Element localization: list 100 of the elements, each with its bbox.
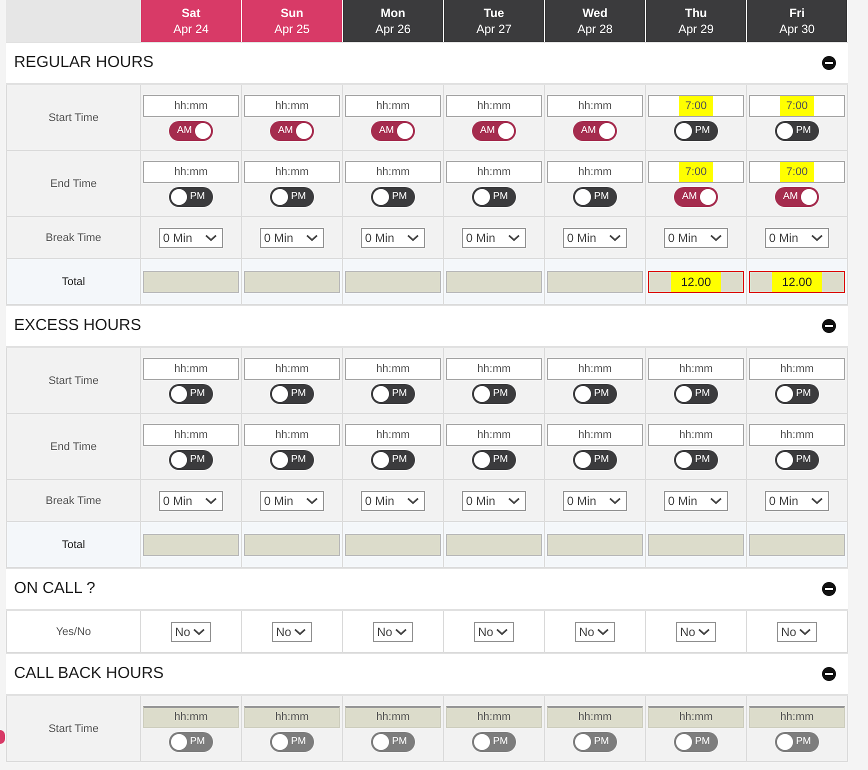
time-input[interactable]: hh:mm (749, 424, 845, 446)
yes-no-dropdown[interactable]: No (474, 622, 514, 642)
am-pm-toggle[interactable]: AM (573, 120, 617, 140)
time-input[interactable]: hh:mm (244, 160, 340, 182)
time-input[interactable]: hh:mm (648, 424, 744, 446)
break-dropdown[interactable]: 0 Min (664, 228, 728, 248)
break-dropdown[interactable]: 0 Min (765, 228, 829, 248)
am-pm-toggle[interactable]: PM (169, 384, 213, 404)
am-pm-toggle[interactable]: PM (573, 450, 617, 470)
time-input[interactable]: hh:mm (244, 94, 340, 116)
am-pm-toggle[interactable]: PM (371, 384, 415, 404)
collapse-icon[interactable] (822, 319, 836, 333)
time-input[interactable]: hh:mm (143, 358, 239, 380)
day-date: Apr 27 (476, 22, 512, 36)
section-title: EXCESS HOURS (14, 317, 142, 335)
time-input[interactable]: hh:mm (446, 424, 542, 446)
time-input[interactable]: hh:mm (749, 358, 845, 380)
am-pm-toggle[interactable]: PM (472, 450, 516, 470)
am-pm-toggle[interactable]: PM (371, 186, 415, 206)
time-input[interactable]: hh:mm (143, 424, 239, 446)
am-pm-toggle[interactable]: PM (674, 384, 718, 404)
am-pm-toggle[interactable]: PM (270, 450, 314, 470)
am-pm-toggle[interactable]: AM (169, 120, 213, 140)
time-input[interactable]: hh:mm (143, 160, 239, 182)
am-pm-toggle[interactable]: PM (674, 120, 718, 140)
am-pm-toggle[interactable]: PM (270, 186, 314, 206)
collapse-icon[interactable] (822, 582, 836, 596)
day-date: Apr 26 (375, 22, 411, 36)
time-input[interactable]: 7:00 (648, 94, 744, 116)
time-input[interactable]: hh:mm (345, 94, 441, 116)
break-dropdown[interactable]: 0 Min (159, 490, 223, 510)
am-pm-toggle[interactable]: PM (573, 186, 617, 206)
time-input[interactable]: hh:mm (143, 94, 239, 116)
row-label: Total (62, 276, 86, 288)
break-dropdown[interactable]: 0 Min (462, 228, 526, 248)
am-pm-toggle[interactable]: PM (270, 384, 314, 404)
am-pm-toggle[interactable]: PM (169, 186, 213, 206)
chevron-down-icon (294, 628, 306, 636)
yes-no-dropdown[interactable]: No (272, 622, 312, 642)
am-pm-toggle[interactable]: PM (472, 186, 516, 206)
yes-no-dropdown[interactable]: No (777, 622, 817, 642)
collapse-icon[interactable] (822, 667, 836, 681)
am-pm-toggle[interactable]: AM (371, 120, 415, 140)
row-label: Break Time (46, 232, 102, 244)
am-pm-toggle[interactable]: AM (674, 186, 718, 206)
day-date: Apr 28 (577, 22, 613, 36)
time-input[interactable]: hh:mm (244, 424, 340, 446)
time-input[interactable]: hh:mm (547, 358, 643, 380)
break-dropdown[interactable]: 0 Min (563, 228, 627, 248)
day-date: Apr 24 (173, 22, 209, 36)
am-pm-toggle[interactable]: PM (775, 384, 819, 404)
chevron-down-icon (407, 496, 419, 504)
time-input[interactable]: hh:mm (446, 358, 542, 380)
time-input[interactable]: hh:mm (446, 94, 542, 116)
time-input[interactable]: hh:mm (648, 358, 744, 380)
day-name: Mon (380, 6, 406, 20)
day-name: Thu (685, 6, 707, 20)
am-pm-toggle[interactable]: PM (371, 450, 415, 470)
time-input[interactable]: hh:mm (446, 160, 542, 182)
am-pm-toggle[interactable]: PM (775, 120, 819, 140)
day-date: Apr 29 (678, 22, 714, 36)
chevron-down-icon (306, 234, 318, 242)
yes-no-dropdown[interactable]: No (575, 622, 615, 642)
chevron-down-icon (306, 496, 318, 504)
yes-no-dropdown[interactable]: No (676, 622, 716, 642)
day-name: Wed (582, 6, 608, 20)
am-pm-toggle[interactable]: PM (674, 450, 718, 470)
time-input[interactable]: hh:mm (345, 160, 441, 182)
chevron-down-icon (811, 234, 823, 242)
time-input[interactable]: 7:00 (749, 94, 845, 116)
time-input[interactable]: 7:00 (648, 160, 744, 182)
break-dropdown[interactable]: 0 Min (159, 228, 223, 248)
break-dropdown[interactable]: 0 Min (361, 490, 425, 510)
time-input[interactable]: hh:mm (345, 358, 441, 380)
time-input[interactable]: hh:mm (345, 424, 441, 446)
am-pm-toggle[interactable]: PM (775, 450, 819, 470)
break-dropdown[interactable]: 0 Min (361, 228, 425, 248)
break-dropdown[interactable]: 0 Min (260, 228, 324, 248)
collapse-icon[interactable] (822, 56, 836, 70)
time-input[interactable]: hh:mm (547, 94, 643, 116)
am-pm-toggle[interactable]: PM (169, 450, 213, 470)
time-input[interactable]: 7:00 (749, 160, 845, 182)
am-pm-toggle[interactable]: AM (472, 120, 516, 140)
row-label: Break Time (46, 494, 102, 506)
time-input[interactable]: hh:mm (547, 160, 643, 182)
break-dropdown[interactable]: 0 Min (765, 490, 829, 510)
break-dropdown[interactable]: 0 Min (462, 490, 526, 510)
am-pm-toggle[interactable]: PM (573, 384, 617, 404)
am-pm-toggle[interactable]: AM (270, 120, 314, 140)
break-dropdown[interactable]: 0 Min (664, 490, 728, 510)
yes-no-dropdown[interactable]: No (373, 622, 413, 642)
am-pm-toggle[interactable]: AM (775, 186, 819, 206)
day-name: Sun (280, 6, 304, 20)
break-dropdown[interactable]: 0 Min (260, 490, 324, 510)
am-pm-toggle[interactable]: PM (472, 384, 516, 404)
yes-no-dropdown[interactable]: No (171, 622, 211, 642)
time-input[interactable]: hh:mm (547, 424, 643, 446)
break-dropdown[interactable]: 0 Min (563, 490, 627, 510)
day-date: Apr 25 (274, 22, 310, 36)
time-input[interactable]: hh:mm (244, 358, 340, 380)
